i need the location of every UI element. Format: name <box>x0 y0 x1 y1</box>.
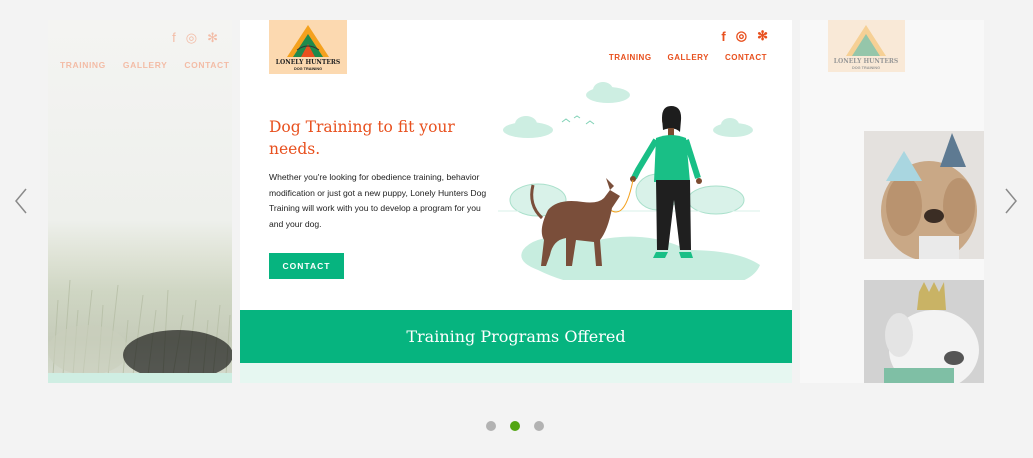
svg-text:LONELY HUNTERS: LONELY HUNTERS <box>276 59 340 66</box>
section-title: Training Programs Offered <box>406 327 626 346</box>
pagination-dot-3[interactable] <box>534 421 544 431</box>
next-slide-arrow[interactable] <box>1000 186 1020 216</box>
hero-description: Whether you're looking for obedience tra… <box>269 172 487 229</box>
instagram-icon[interactable]: ◎ <box>736 28 747 44</box>
svg-text:LONELY HUNTERS: LONELY HUNTERS <box>834 58 898 65</box>
social-links: f ◎ ✻ <box>172 30 218 46</box>
lonely-hunters-logo[interactable]: LONELY HUNTERS DOG TRAINING <box>269 20 347 74</box>
svg-text:DOG TRAINING: DOG TRAINING <box>852 66 880 70</box>
carousel-pagination <box>486 421 544 431</box>
chevron-left-icon <box>15 188 27 214</box>
chevron-right-icon <box>1005 188 1017 214</box>
pagination-dot-2[interactable] <box>510 421 520 431</box>
crown-dog-photo <box>864 280 984 383</box>
party-hat-dog-photo <box>864 131 984 259</box>
nav-gallery: GALLERY <box>122 60 168 70</box>
woman-walking-dog-illustration <box>498 82 760 280</box>
grass-photo <box>48 279 232 375</box>
facebook-icon: f <box>172 30 176 45</box>
training-programs-banner: Training Programs Offered <box>240 310 792 363</box>
nav-contact: CONTACT <box>184 60 230 70</box>
previous-slide-arrow[interactable] <box>12 186 32 216</box>
nav-training: TRAINING <box>60 60 106 70</box>
social-links: f ◎ ✻ <box>721 28 768 44</box>
instagram-icon: ◎ <box>185 30 198 45</box>
yelp-icon[interactable]: ✻ <box>757 28 768 44</box>
footer-strip <box>48 373 232 383</box>
next-slide-preview[interactable]: LONELY HUNTERS DOG TRAINING <box>800 20 984 383</box>
main-nav: TRAINING GALLERY CONTACT <box>609 53 767 62</box>
facebook-icon[interactable]: f <box>721 29 725 44</box>
svg-text:DOG TRAINING: DOG TRAINING <box>294 67 322 71</box>
preview-nav: TRAINING GALLERY CONTACT <box>60 60 230 70</box>
hero-title: Dog Training to fit your needs. <box>269 118 455 158</box>
current-slide: LONELY HUNTERS DOG TRAINING f ◎ ✻ TRAINI… <box>240 20 792 383</box>
contact-button[interactable]: CONTACT <box>269 253 344 279</box>
previous-slide-preview[interactable]: f ◎ ✻ TRAINING GALLERY CONTACT <box>48 20 232 383</box>
nav-gallery[interactable]: GALLERY <box>668 53 709 62</box>
nav-training[interactable]: TRAINING <box>609 53 652 62</box>
lonely-hunters-logo: LONELY HUNTERS DOG TRAINING <box>828 20 905 72</box>
yelp-icon: ✻ <box>207 30 218 45</box>
pagination-dot-1[interactable] <box>486 421 496 431</box>
nav-contact[interactable]: CONTACT <box>725 53 767 62</box>
section-background <box>240 363 792 383</box>
